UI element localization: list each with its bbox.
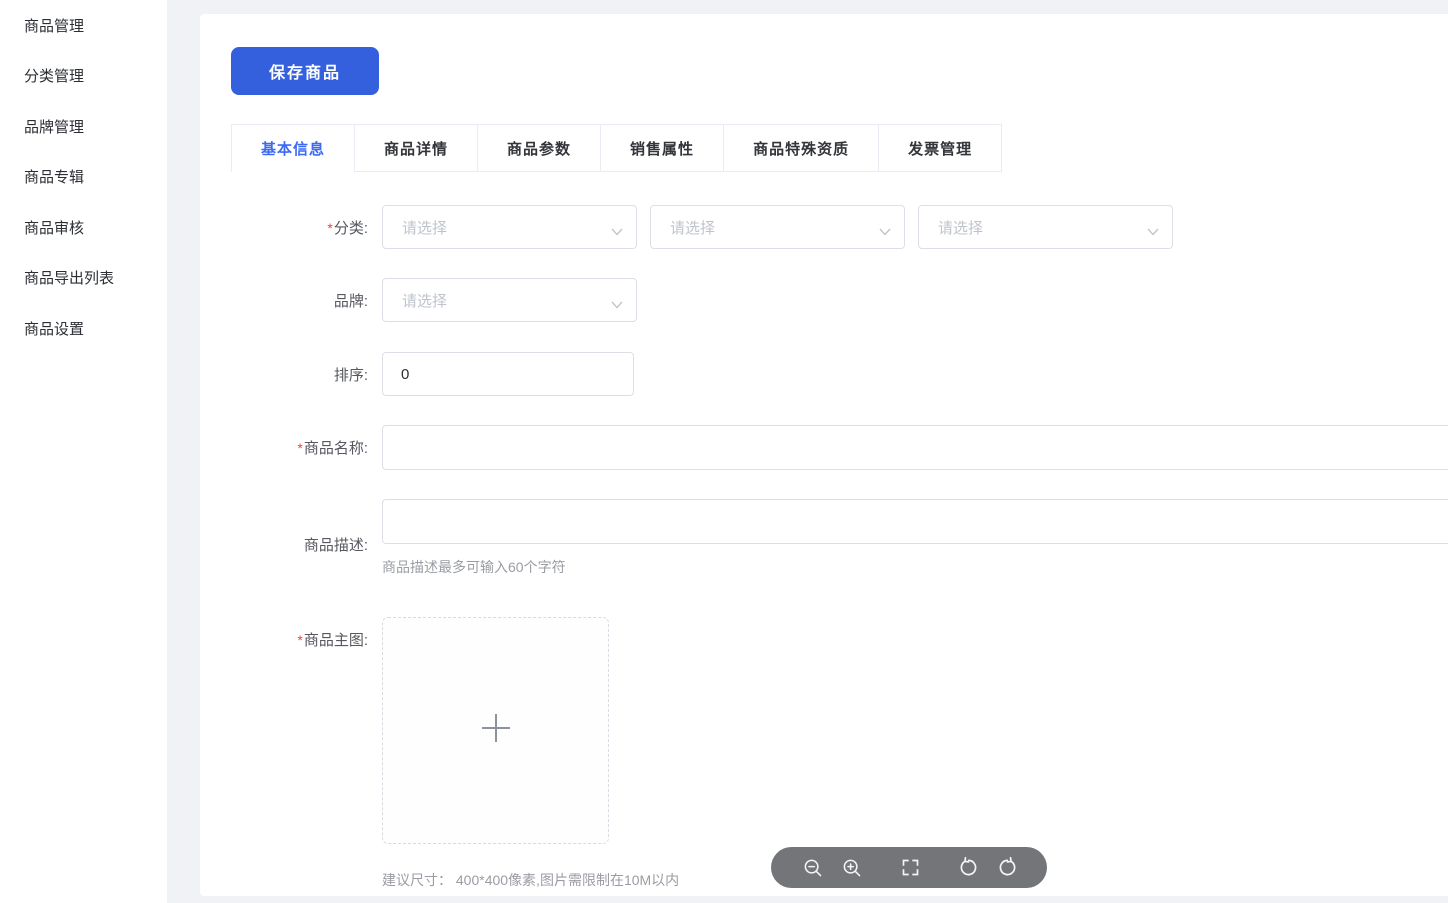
fullscreen-icon bbox=[900, 857, 921, 878]
chevron-down-icon bbox=[611, 296, 623, 314]
sort-form-row: 排序: bbox=[231, 352, 1448, 396]
goods-name-form-row: *商品名称: bbox=[231, 425, 1448, 470]
image-viewer-toolbar bbox=[771, 847, 1047, 888]
sidebar-item-goods-management[interactable]: 商品管理 bbox=[0, 0, 167, 51]
required-asterisk: * bbox=[297, 632, 302, 648]
category-label: *分类: bbox=[231, 217, 382, 238]
fullscreen-button[interactable] bbox=[899, 857, 921, 879]
goods-name-input[interactable] bbox=[382, 425, 1448, 470]
required-asterisk: * bbox=[297, 440, 302, 456]
goods-description-label: 商品描述: bbox=[231, 522, 382, 555]
basic-info-form: *分类: 请选择 请选择 请选择 bbox=[231, 205, 1448, 890]
goods-name-label: *商品名称: bbox=[231, 437, 382, 458]
rotate-right-icon bbox=[997, 856, 1020, 879]
select-placeholder: 请选择 bbox=[938, 217, 983, 238]
sidebar-item-category-management[interactable]: 分类管理 bbox=[0, 51, 167, 102]
sort-input[interactable] bbox=[382, 352, 634, 396]
category-select-level3[interactable]: 请选择 bbox=[918, 205, 1173, 249]
main-image-upload-hint: 建议尺寸： 400*400像素,图片需限制在10M以内 bbox=[382, 870, 679, 890]
plus-icon bbox=[481, 713, 511, 748]
goods-description-form-row: 商品描述: 商品描述最多可输入60个字符 bbox=[231, 499, 1448, 577]
zoom-in-icon bbox=[841, 857, 863, 879]
sidebar: 商品管理 分类管理 品牌管理 商品专辑 商品审核 商品导出列表 商品设置 bbox=[0, 0, 167, 903]
sidebar-item-goods-albums[interactable]: 商品专辑 bbox=[0, 152, 167, 203]
chevron-down-icon bbox=[611, 223, 623, 241]
goods-description-hint: 商品描述最多可输入60个字符 bbox=[382, 557, 1448, 577]
tab-basic-info[interactable]: 基本信息 bbox=[232, 125, 355, 171]
sidebar-item-goods-settings[interactable]: 商品设置 bbox=[0, 303, 167, 354]
required-asterisk: * bbox=[327, 220, 332, 236]
select-placeholder: 请选择 bbox=[670, 217, 715, 238]
tab-goods-detail[interactable]: 商品详情 bbox=[355, 125, 478, 171]
brand-label: 品牌: bbox=[231, 290, 382, 311]
brand-select[interactable]: 请选择 bbox=[382, 278, 637, 322]
chevron-down-icon bbox=[879, 223, 891, 241]
zoom-out-icon bbox=[802, 857, 824, 879]
zoom-in-button[interactable] bbox=[841, 857, 863, 879]
main-image-label: *商品主图: bbox=[231, 617, 382, 650]
tab-sales-attributes[interactable]: 销售属性 bbox=[601, 125, 724, 171]
category-form-row: *分类: 请选择 请选择 请选择 bbox=[231, 205, 1448, 249]
sidebar-item-brand-management[interactable]: 品牌管理 bbox=[0, 101, 167, 152]
rotate-right-button[interactable] bbox=[997, 857, 1019, 879]
tab-special-qualifications[interactable]: 商品特殊资质 bbox=[724, 125, 879, 171]
select-placeholder: 请选择 bbox=[402, 290, 447, 311]
save-goods-button[interactable]: 保存商品 bbox=[231, 47, 379, 95]
sidebar-item-goods-audit[interactable]: 商品审核 bbox=[0, 202, 167, 253]
select-placeholder: 请选择 bbox=[402, 217, 447, 238]
brand-form-row: 品牌: 请选择 bbox=[231, 278, 1448, 322]
sidebar-item-goods-export-list[interactable]: 商品导出列表 bbox=[0, 253, 167, 304]
goods-description-input[interactable] bbox=[382, 499, 1448, 544]
tab-goods-params[interactable]: 商品参数 bbox=[478, 125, 601, 171]
goods-edit-card: 保存商品 基本信息 商品详情 商品参数 销售属性 商品特殊资质 发票管理 *分类… bbox=[200, 14, 1448, 896]
chevron-down-icon bbox=[1147, 223, 1159, 241]
sort-label: 排序: bbox=[231, 364, 382, 385]
category-select-level1[interactable]: 请选择 bbox=[382, 205, 637, 249]
tab-invoice-management[interactable]: 发票管理 bbox=[879, 125, 1001, 171]
main-content-area: 保存商品 基本信息 商品详情 商品参数 销售属性 商品特殊资质 发票管理 *分类… bbox=[167, 0, 1448, 903]
main-image-upload[interactable] bbox=[382, 617, 609, 844]
category-select-level2[interactable]: 请选择 bbox=[650, 205, 905, 249]
rotate-left-button[interactable] bbox=[956, 857, 978, 879]
goods-edit-tabs: 基本信息 商品详情 商品参数 销售属性 商品特殊资质 发票管理 bbox=[231, 124, 1002, 172]
rotate-left-icon bbox=[956, 856, 979, 879]
zoom-out-button[interactable] bbox=[802, 857, 824, 879]
